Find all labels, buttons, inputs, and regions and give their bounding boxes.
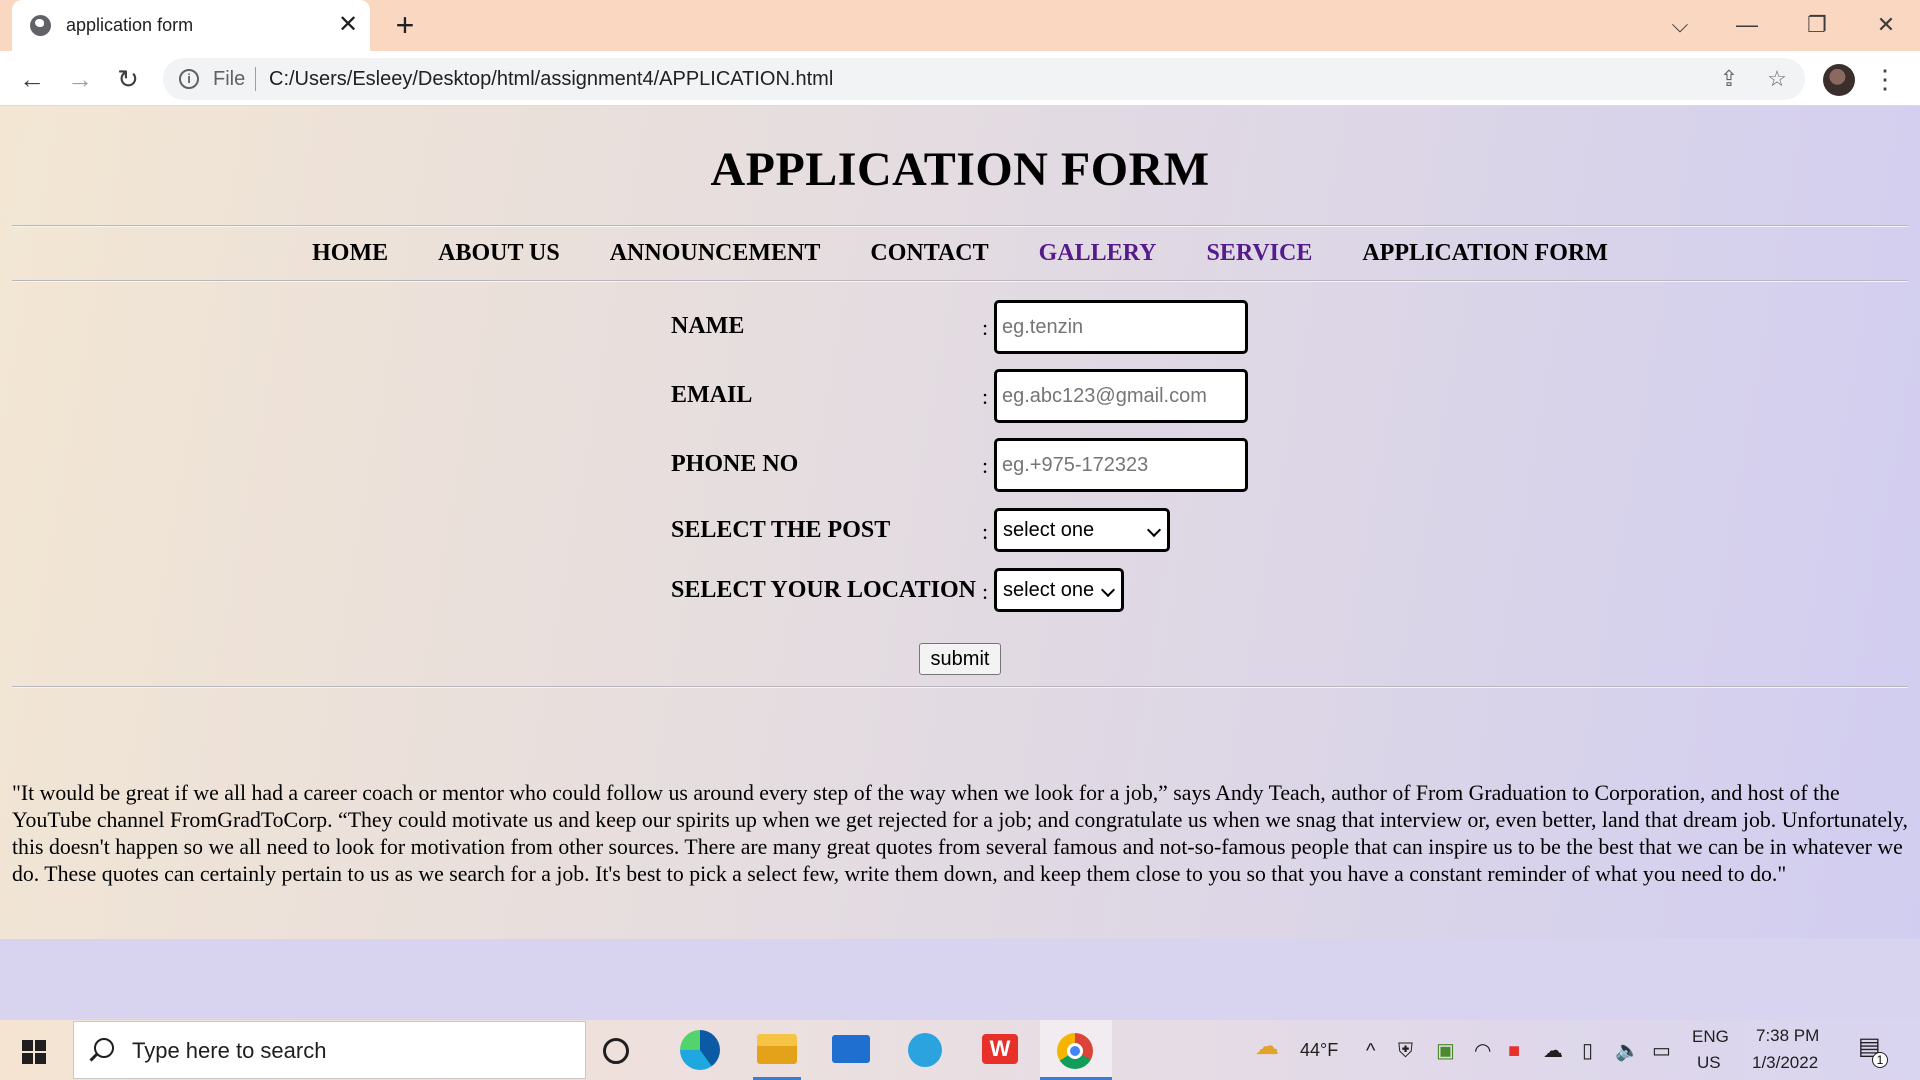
location-select[interactable]: select one — [994, 568, 1124, 612]
browser-tab[interactable]: application form ✕ — [12, 0, 370, 51]
taskbar-search-input[interactable]: Type here to search — [73, 1021, 586, 1079]
windows-taskbar: Type here to search W ☁ 44°F ^ ⛨ ▣ ◠ ■ ☁… — [0, 1020, 1920, 1080]
phone-label: PHONE NO — [671, 451, 799, 477]
colon: : — [982, 453, 989, 478]
profile-avatar[interactable] — [1823, 64, 1855, 96]
nav-link-about-us[interactable]: ABOUT US — [438, 240, 560, 267]
restore-icon[interactable]: ❐ — [1797, 8, 1837, 42]
page-bottom-area — [0, 939, 1920, 1020]
location-label: SELECT YOUR LOCATION — [671, 577, 976, 603]
url-text[interactable]: C:/Users/Esleey/Desktop/html/assignment4… — [269, 68, 833, 91]
post-select[interactable]: select one — [994, 508, 1170, 552]
reload-icon[interactable]: ↻ — [110, 61, 146, 97]
email-label: EMAIL — [671, 382, 753, 408]
file-explorer-icon[interactable] — [757, 1034, 797, 1064]
minimize-icon[interactable]: — — [1727, 8, 1767, 42]
colon: : — [982, 579, 989, 604]
address-bar[interactable]: i File C:/Users/Esleey/Desktop/html/assi… — [163, 58, 1805, 100]
cortana-icon[interactable] — [603, 1038, 629, 1064]
name-label: NAME — [671, 313, 745, 339]
language-region[interactable]: US — [1697, 1053, 1721, 1073]
post-label: SELECT THE POST — [671, 517, 891, 543]
clock-time[interactable]: 7:38 PM — [1756, 1026, 1819, 1046]
mail-icon[interactable] — [832, 1035, 870, 1063]
nav-divider — [12, 280, 1908, 282]
name-input[interactable]: eg.tenzin — [994, 300, 1248, 354]
weather-icon[interactable]: ☁ — [1255, 1035, 1279, 1059]
language-code[interactable]: ENG — [1692, 1027, 1729, 1047]
nav-link-application-form[interactable]: APPLICATION FORM — [1362, 240, 1608, 267]
more-menu-icon[interactable]: ⋮ — [1872, 63, 1898, 95]
nav-menu: HOME ABOUT US ANNOUNCEMENT CONTACT GALLE… — [0, 240, 1920, 267]
nav-link-announcement[interactable]: ANNOUNCEMENT — [610, 240, 821, 267]
back-arrow-icon[interactable]: ← — [14, 61, 50, 97]
forward-arrow-icon[interactable]: → — [62, 61, 98, 97]
chevron-down-icon — [1146, 522, 1162, 538]
volume-icon[interactable]: 🔈 — [1615, 1040, 1640, 1062]
close-tab-icon[interactable]: ✕ — [334, 11, 362, 39]
globe-icon — [30, 15, 51, 36]
location-select-value: select one — [1003, 579, 1095, 601]
bookmark-star-icon[interactable]: ☆ — [1764, 66, 1790, 92]
top-divider — [12, 225, 1908, 227]
tab-search-icon[interactable]: ⌵ — [1660, 8, 1700, 42]
phone-input[interactable]: eg.+975-172323 — [994, 438, 1248, 492]
weather-temp[interactable]: 44°F — [1300, 1040, 1338, 1061]
chevron-up-icon[interactable]: ^ — [1366, 1040, 1375, 1062]
close-window-icon[interactable]: ✕ — [1866, 8, 1906, 42]
new-tab-button[interactable]: + — [388, 9, 422, 42]
battery-icon[interactable]: ▭ — [1652, 1040, 1671, 1062]
post-select-value: select one — [1003, 519, 1095, 541]
notification-badge: 1 — [1872, 1052, 1888, 1068]
colon: : — [982, 384, 989, 409]
nav-link-service[interactable]: SERVICE — [1206, 240, 1312, 267]
windows-start-icon[interactable] — [22, 1040, 46, 1064]
browser-toolbar: ← → ↻ i File C:/Users/Esleey/Desktop/htm… — [0, 51, 1920, 106]
search-placeholder: Type here to search — [132, 1038, 327, 1063]
colon: : — [982, 519, 989, 544]
form-divider — [12, 686, 1908, 688]
file-label: File — [213, 68, 246, 90]
nav-link-contact[interactable]: CONTACT — [870, 240, 988, 267]
telegram-icon[interactable] — [908, 1033, 942, 1067]
edge-icon[interactable] — [680, 1030, 720, 1070]
chevron-down-icon — [1100, 582, 1116, 598]
tab-title: application form — [66, 15, 194, 35]
colon: : — [982, 315, 989, 340]
share-icon[interactable]: ⇪ — [1716, 66, 1742, 92]
submit-button[interactable]: submit — [919, 643, 1001, 675]
wifi-icon[interactable]: ◠ — [1474, 1040, 1491, 1062]
wps-office-icon[interactable]: W — [982, 1034, 1018, 1064]
browser-tab-strip: application form ✕ + ⌵ — ❐ ✕ — [0, 0, 1920, 51]
app-tray-icon[interactable]: ■ — [1508, 1040, 1520, 1062]
quote-paragraph: "It would be great if we all had a caree… — [12, 781, 1908, 886]
battery-manager-icon[interactable]: ▣ — [1436, 1040, 1455, 1062]
page-title: APPLICATION FORM — [710, 143, 1210, 196]
clock-date[interactable]: 1/3/2022 — [1752, 1053, 1818, 1073]
device-icon[interactable]: ▯ — [1582, 1040, 1593, 1062]
search-icon — [94, 1038, 114, 1058]
onedrive-icon[interactable]: ☁ — [1543, 1040, 1563, 1062]
web-page: APPLICATION FORM HOME ABOUT US ANNOUNCEM… — [0, 106, 1920, 1020]
email-input[interactable]: eg.abc123@gmail.com — [994, 369, 1248, 423]
nav-link-home[interactable]: HOME — [312, 240, 388, 267]
security-shield-icon[interactable]: ⛨ — [1398, 1040, 1413, 1062]
nav-link-gallery[interactable]: GALLERY — [1039, 240, 1157, 267]
info-icon[interactable]: i — [179, 69, 199, 89]
chrome-icon[interactable] — [1057, 1033, 1093, 1069]
address-separator — [255, 67, 256, 91]
